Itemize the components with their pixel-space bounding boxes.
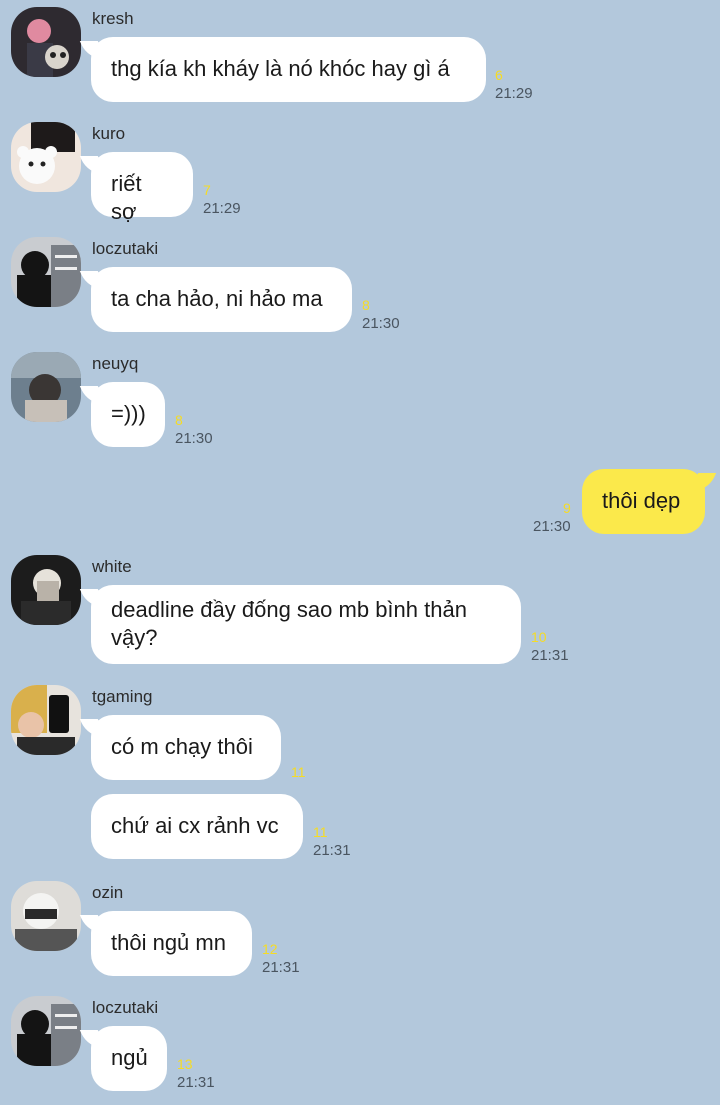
avatar[interactable] [11,237,81,307]
message-bubble[interactable]: =))) [91,382,165,447]
message-time: 21:29 [495,85,533,102]
sender-name: neuyq [92,354,139,373]
message-bubble[interactable]: deadline đầy đống sao mb bình thản vậy? [91,585,521,664]
message-bubble[interactable]: thôi ngủ mn [91,911,252,976]
my-message-bubble[interactable]: thôi dẹp [582,469,705,534]
message-time: 21:30 [533,518,571,535]
message-bubble[interactable]: thg kía kh kháy là nó khóc hay gì á [91,37,486,102]
avatar[interactable] [11,555,81,625]
unread-count: 11 [313,824,328,840]
message-bubble[interactable]: ngủ [91,1026,167,1091]
unread-count: 8 [362,297,370,313]
avatar[interactable] [11,685,81,755]
unread-count: 12 [262,941,278,957]
sender-name: kresh [92,9,134,28]
sender-name: ozin [92,883,124,902]
message-time: 21:29 [203,200,241,217]
avatar[interactable] [11,996,81,1066]
avatar[interactable] [11,122,81,192]
unread-count: 11 [291,764,306,780]
sender-name: loczutaki [92,998,159,1017]
unread-count: 8 [175,412,183,428]
message-bubble[interactable]: có m chạy thôi [91,715,281,780]
avatar[interactable] [11,352,81,422]
message-time: 21:31 [262,959,300,976]
unread-count: 7 [203,182,211,198]
message-bubble[interactable]: chứ ai cx rảnh vc [91,794,303,859]
message-time: 21:30 [362,315,400,332]
unread-count: 6 [495,67,503,83]
avatar[interactable] [11,7,81,77]
sender-name: white [92,557,132,576]
message-time: 21:31 [177,1074,215,1091]
message-bubble[interactable]: ta cha hảo, ni hảo ma [91,267,352,332]
message-bubble[interactable]: riết sợ [91,152,193,224]
unread-count: 13 [177,1056,193,1072]
sender-name: loczutaki [92,239,159,258]
message-time: 21:31 [531,647,569,664]
message-time: 21:30 [175,430,213,447]
unread-count: 10 [531,629,547,645]
sender-name: kuro [92,124,126,143]
sender-name: tgaming [92,687,153,706]
unread-count: 9 [563,500,571,516]
message-time: 21:31 [313,842,351,859]
avatar[interactable] [11,881,81,951]
